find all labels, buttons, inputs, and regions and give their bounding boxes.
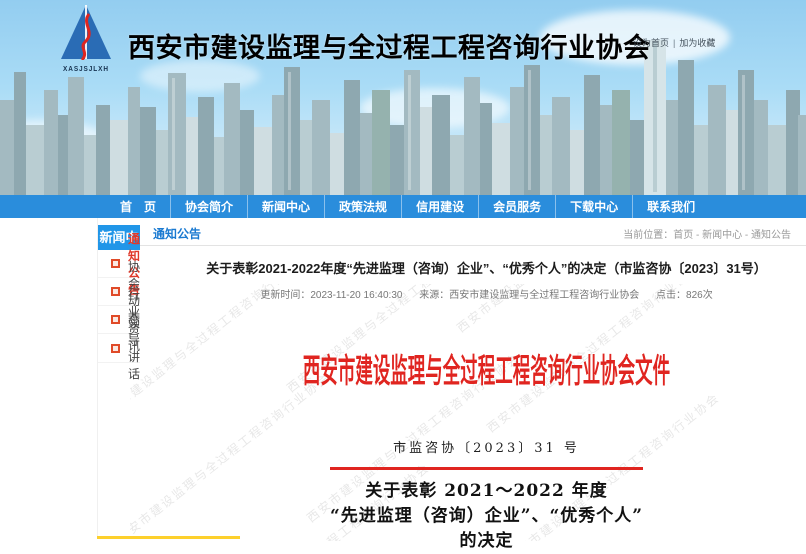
bullet-square-icon <box>111 259 120 268</box>
bullet-square-icon <box>111 287 120 296</box>
sidebar-item-label: 领导讲话 <box>128 316 141 381</box>
section-title: 通知公告 <box>153 227 202 241</box>
logo-caption: XASJSJLXH <box>63 66 109 73</box>
article-title: 关于表彰2021-2022年度“先进监理（咨询）企业”、“优秀个人”的决定（市监… <box>206 261 767 276</box>
bullet-square-icon <box>111 343 120 353</box>
meta-hits: 点击：826次 <box>656 290 713 301</box>
main-nav: 首 页 协会简介 新闻中心 政策法规 信用建设 会员服务 下载中心 联系我们 <box>0 195 806 218</box>
set-homepage-link[interactable]: 设为首页 <box>633 38 669 48</box>
article-meta: 更新时间：2023-11-20 16:40:30 来源：西安市建设监理与全过程工… <box>140 286 806 301</box>
red-divider-line <box>330 467 644 470</box>
nav-item-download[interactable]: 下载中心 <box>555 195 632 218</box>
nav-item-policy[interactable]: 政策法规 <box>324 195 401 218</box>
nav-item-news[interactable]: 新闻中心 <box>247 195 324 218</box>
meta-updated: 更新时间：2023-11-20 16:40:30 <box>260 290 403 301</box>
add-favorite-link[interactable]: 加为收藏 <box>679 38 715 48</box>
document-number: 市监咨协〔2023〕31 号 <box>393 441 580 456</box>
header-links: 设为首页 | 加为收藏 <box>633 36 715 49</box>
nav-item-member[interactable]: 会员服务 <box>478 195 555 218</box>
nav-item-contact[interactable]: 联系我们 <box>632 195 709 218</box>
meta-source: 来源：西安市建设监理与全过程工程咨询行业协会 <box>419 290 640 301</box>
official-document: 西安市建设监理与全过程工程咨询行业协会 西安市建设监理与全过程工程咨询行业协会 … <box>130 284 806 551</box>
breadcrumb[interactable]: 当前位置：首页 - 新闻中心 - 通知公告 <box>623 226 791 241</box>
document-title-line1: 关于表彰 2021～2022 年度 <box>365 481 608 501</box>
nav-item-home[interactable]: 首 页 <box>106 195 170 218</box>
content-topbar: 通知公告 当前位置：首页 - 新闻中心 - 通知公告 <box>140 222 806 246</box>
main-area: 新闻中心 通知公告 协会动态 行业资讯 领导讲话 通知公告 当前位置：首页 - … <box>97 218 806 551</box>
bullet-square-icon <box>111 315 120 324</box>
links-separator: | <box>673 38 676 48</box>
header-banner: XASJSJLXH 西安市建设监理与全过程工程咨询行业协会 设为首页 | 加为收藏 <box>0 0 806 195</box>
sail-logo-icon <box>61 5 111 61</box>
association-logo[interactable]: XASJSJLXH <box>50 4 122 73</box>
site-title: 西安市建设监理与全过程工程咨询行业协会 <box>128 33 651 63</box>
sidebar: 新闻中心 通知公告 协会动态 行业资讯 领导讲话 <box>97 218 141 539</box>
document-title-line3: 的决定 <box>459 531 514 551</box>
sidebar-menu: 通知公告 协会动态 行业资讯 领导讲话 <box>98 232 141 381</box>
nav-item-about[interactable]: 协会简介 <box>170 195 247 218</box>
sidebar-item-leader-speeches[interactable]: 领导讲话 <box>98 316 140 381</box>
document-body: 西安市建设监理与全过程工程咨询行业协会文件 市监咨协〔2023〕31 号 关于表… <box>140 314 806 554</box>
nav-item-credit[interactable]: 信用建设 <box>401 195 478 218</box>
document-letterhead: 西安市建设监理与全过程工程咨询行业协会文件 <box>302 351 671 390</box>
content-panel: 通知公告 当前位置：首页 - 新闻中心 - 通知公告 关于表彰2021-2022… <box>130 218 806 551</box>
document-title-line2: “先进监理（咨询）企业”、“优秀个人” <box>329 506 644 526</box>
